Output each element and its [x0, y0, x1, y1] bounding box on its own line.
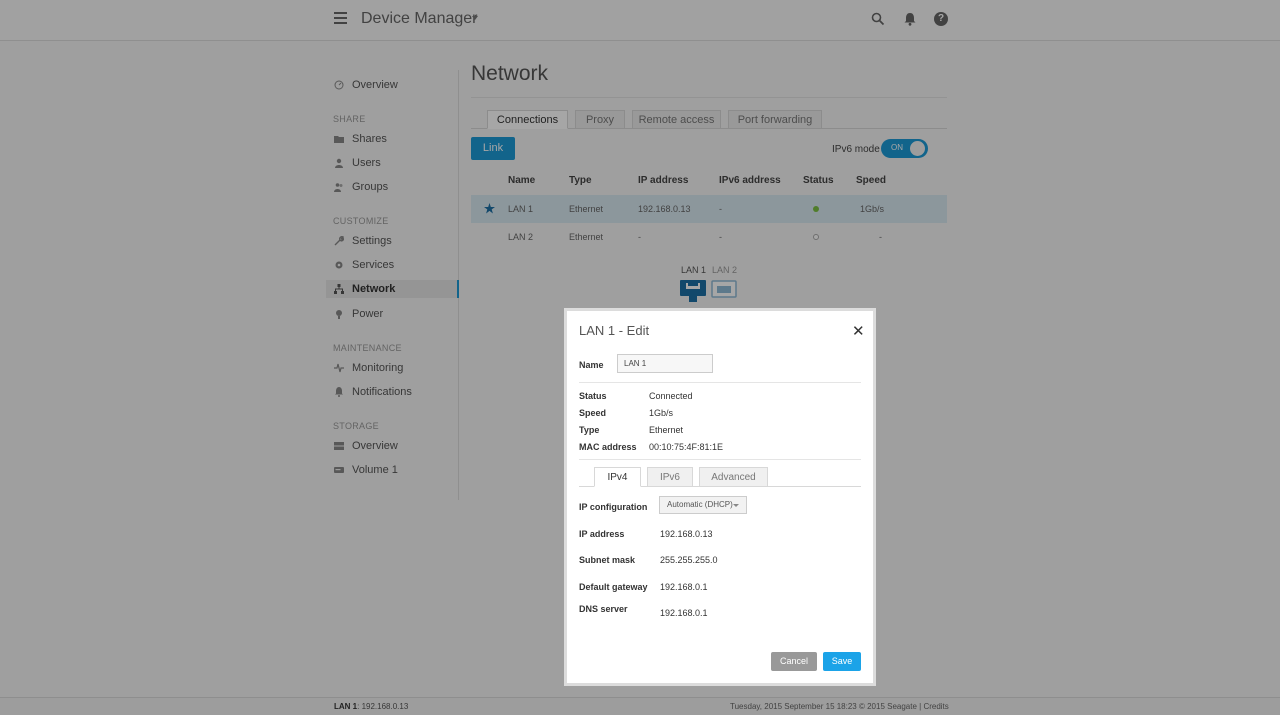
mac-address-value: 00:10:75:4F:81:1E: [649, 442, 724, 452]
dialog-divider: [579, 459, 861, 460]
tab-advanced[interactable]: Advanced: [699, 467, 768, 487]
ip-configuration-value: Automatic (DHCP): [667, 500, 733, 509]
subnet-mask-label: Subnet mask: [579, 555, 636, 565]
dialog-divider: [579, 382, 861, 383]
save-button[interactable]: Save: [823, 652, 861, 671]
ip-configuration-select[interactable]: Automatic (DHCP): [659, 496, 747, 514]
cancel-button[interactable]: Cancel: [771, 652, 817, 671]
type-value: Ethernet: [649, 425, 684, 435]
type-label: Type: [579, 425, 600, 435]
speed-value: 1Gb/s: [649, 408, 674, 418]
default-gateway-value: 192.168.0.1: [660, 582, 708, 592]
ip-address-value: 192.168.0.13: [660, 529, 713, 539]
ip-address-label: IP address: [579, 529, 625, 539]
name-field[interactable]: [617, 354, 713, 373]
default-gateway-label: Default gateway: [579, 582, 648, 592]
dns-server-value: 192.168.0.1: [660, 608, 708, 618]
subnet-mask-value: 255.255.255.0: [660, 555, 718, 565]
tab-ipv4[interactable]: IPv4: [594, 467, 641, 487]
status-label: Status: [579, 391, 607, 401]
mac-address-label: MAC address: [579, 442, 637, 452]
lan-edit-dialog: LAN 1 - Edit ✕ Name Status Connected Spe…: [564, 308, 876, 686]
status-value: Connected: [649, 391, 693, 401]
ip-configuration-label: IP configuration: [579, 502, 648, 512]
close-icon[interactable]: ✕: [852, 322, 865, 340]
dialog-title: LAN 1 - Edit: [579, 323, 650, 338]
dns-server-label: DNS server: [579, 604, 628, 614]
tab-ipv6[interactable]: IPv6: [647, 467, 693, 487]
name-label: Name: [579, 360, 604, 370]
chevron-down-icon: [733, 504, 739, 507]
speed-label: Speed: [579, 408, 607, 418]
